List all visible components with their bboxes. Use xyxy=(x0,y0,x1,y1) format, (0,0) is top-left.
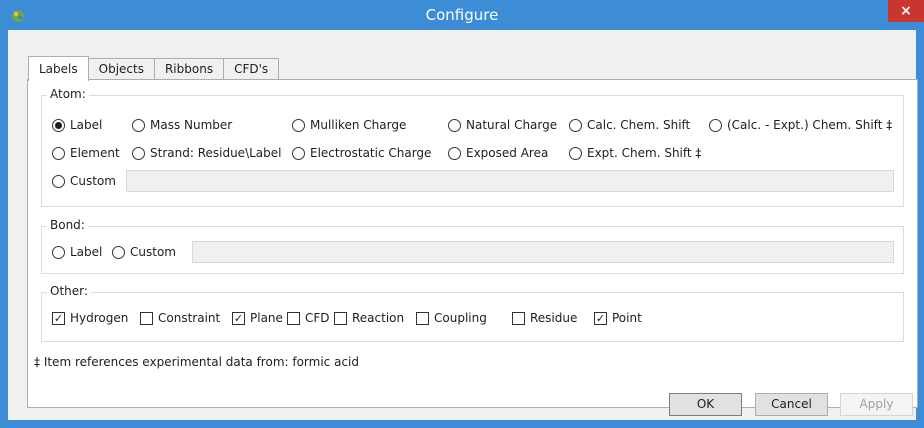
title-bar[interactable]: Configure × xyxy=(0,0,924,30)
cancel-button[interactable]: Cancel xyxy=(755,393,828,416)
radio-icon xyxy=(112,245,125,259)
atom-natural-text: Natural Charge xyxy=(466,118,558,132)
bond-radio-custom[interactable]: Custom xyxy=(112,245,176,259)
bond-label-text: Label xyxy=(70,245,103,259)
atom-radio-strand[interactable]: Strand: Residue\Label xyxy=(132,146,281,160)
atom-label-text: Label xyxy=(70,118,103,132)
other-checkbox-label: Point xyxy=(612,311,642,325)
window-title: Configure xyxy=(425,6,499,24)
other-checkbox-label: Constraint xyxy=(158,311,221,325)
bond-radio-label[interactable]: Label xyxy=(52,245,102,259)
other-checkbox-label: Coupling xyxy=(434,311,487,325)
atom-calc-shift-text: Calc. Chem. Shift xyxy=(587,118,691,132)
radio-icon xyxy=(52,146,65,160)
bond-group: Bond: Label Custom xyxy=(41,218,904,274)
atom-radio-calc-expt-shift[interactable]: (Calc. - Expt.) Chem. Shift ‡ xyxy=(709,118,892,132)
other-checkbox-constraint[interactable]: Constraint xyxy=(140,311,220,325)
tab-ribbons[interactable]: Ribbons xyxy=(153,58,225,80)
atom-radio-calc-shift[interactable]: Calc. Chem. Shift xyxy=(569,118,690,132)
checkmark-icon: ✓ xyxy=(52,311,65,325)
ok-button[interactable]: OK xyxy=(669,393,742,416)
atom-strand-text: Strand: Residue\Label xyxy=(150,146,282,160)
radio-icon xyxy=(132,146,145,160)
checkbox-icon xyxy=(334,311,347,325)
tab-cfds[interactable]: CFD's xyxy=(223,58,280,80)
experimental-data-note: ‡ Item references experimental data from… xyxy=(34,355,359,369)
atom-custom-input[interactable] xyxy=(126,170,894,192)
tab-strip: Labels Objects Ribbons CFD's xyxy=(28,56,280,81)
radio-icon xyxy=(448,146,461,160)
atom-radio-label[interactable]: Label xyxy=(52,118,102,132)
atom-mulliken-text: Mulliken Charge xyxy=(310,118,407,132)
other-group: Other: ✓ Hydrogen Constraint ✓ Plane CFD React… xyxy=(41,284,904,342)
atom-calc-expt-shift-text: (Calc. - Expt.) Chem. Shift ‡ xyxy=(727,118,893,132)
atom-electrostatic-text: Electrostatic Charge xyxy=(310,146,432,160)
radio-icon xyxy=(569,146,582,160)
bond-group-title: Bond: xyxy=(47,218,88,232)
checkbox-icon xyxy=(140,311,153,325)
radio-selected-icon xyxy=(52,118,65,132)
other-checkbox-coupling[interactable]: Coupling xyxy=(416,311,487,325)
bond-custom-input[interactable] xyxy=(192,241,894,263)
atom-radio-custom[interactable]: Custom xyxy=(52,174,116,188)
apply-button: Apply xyxy=(840,393,913,416)
atom-group-title: Atom: xyxy=(47,87,89,101)
atom-radio-element[interactable]: Element xyxy=(52,146,120,160)
other-checkbox-label: CFD xyxy=(305,311,330,325)
other-checkbox-cfd[interactable]: CFD xyxy=(287,311,330,325)
checkmark-icon: ✓ xyxy=(594,311,607,325)
checkbox-icon xyxy=(416,311,429,325)
atom-radio-natural[interactable]: Natural Charge xyxy=(448,118,557,132)
radio-icon xyxy=(569,118,582,132)
radio-icon xyxy=(52,174,65,188)
atom-exposed-text: Exposed Area xyxy=(466,146,549,160)
atom-radio-electrostatic[interactable]: Electrostatic Charge xyxy=(292,146,431,160)
other-checkbox-label: Reaction xyxy=(352,311,405,325)
other-checkbox-label: Hydrogen xyxy=(70,311,129,325)
bond-custom-text: Custom xyxy=(130,245,176,259)
checkmark-icon: ✓ xyxy=(232,311,245,325)
other-checkbox-label: Plane xyxy=(250,311,283,325)
atom-custom-text: Custom xyxy=(70,174,116,188)
radio-icon xyxy=(132,118,145,132)
tab-labels[interactable]: Labels xyxy=(28,56,89,81)
radio-icon xyxy=(448,118,461,132)
dialog-body: Labels Objects Ribbons CFD's Atom: Label… xyxy=(8,30,918,420)
other-checkbox-plane[interactable]: ✓ Plane xyxy=(232,311,283,325)
checkbox-icon xyxy=(512,311,525,325)
atom-radio-expt-shift[interactable]: Expt. Chem. Shift ‡ xyxy=(569,146,701,160)
atom-radio-mulliken[interactable]: Mulliken Charge xyxy=(292,118,406,132)
atom-expt-shift-text: Expt. Chem. Shift ‡ xyxy=(587,146,702,160)
other-group-title: Other: xyxy=(47,284,91,298)
atom-mass-number-text: Mass Number xyxy=(150,118,233,132)
atom-element-text: Element xyxy=(70,146,120,160)
radio-icon xyxy=(292,146,305,160)
radio-icon xyxy=(52,245,65,259)
other-checkbox-label: Residue xyxy=(530,311,578,325)
close-icon[interactable]: × xyxy=(888,0,924,22)
labels-tab-page: Atom: Label Mass Number Mulliken Charge … xyxy=(27,79,918,408)
other-checkbox-hydrogen[interactable]: ✓ Hydrogen xyxy=(52,311,128,325)
radio-icon xyxy=(709,118,722,132)
radio-icon xyxy=(292,118,305,132)
other-checkbox-point[interactable]: ✓ Point xyxy=(594,311,642,325)
atom-group: Atom: Label Mass Number Mulliken Charge … xyxy=(41,87,904,207)
checkbox-icon xyxy=(287,311,300,325)
other-checkbox-reaction[interactable]: Reaction xyxy=(334,311,404,325)
atom-radio-mass-number[interactable]: Mass Number xyxy=(132,118,232,132)
atom-radio-exposed[interactable]: Exposed Area xyxy=(448,146,548,160)
other-checkbox-residue[interactable]: Residue xyxy=(512,311,577,325)
tab-objects[interactable]: Objects xyxy=(87,58,155,80)
